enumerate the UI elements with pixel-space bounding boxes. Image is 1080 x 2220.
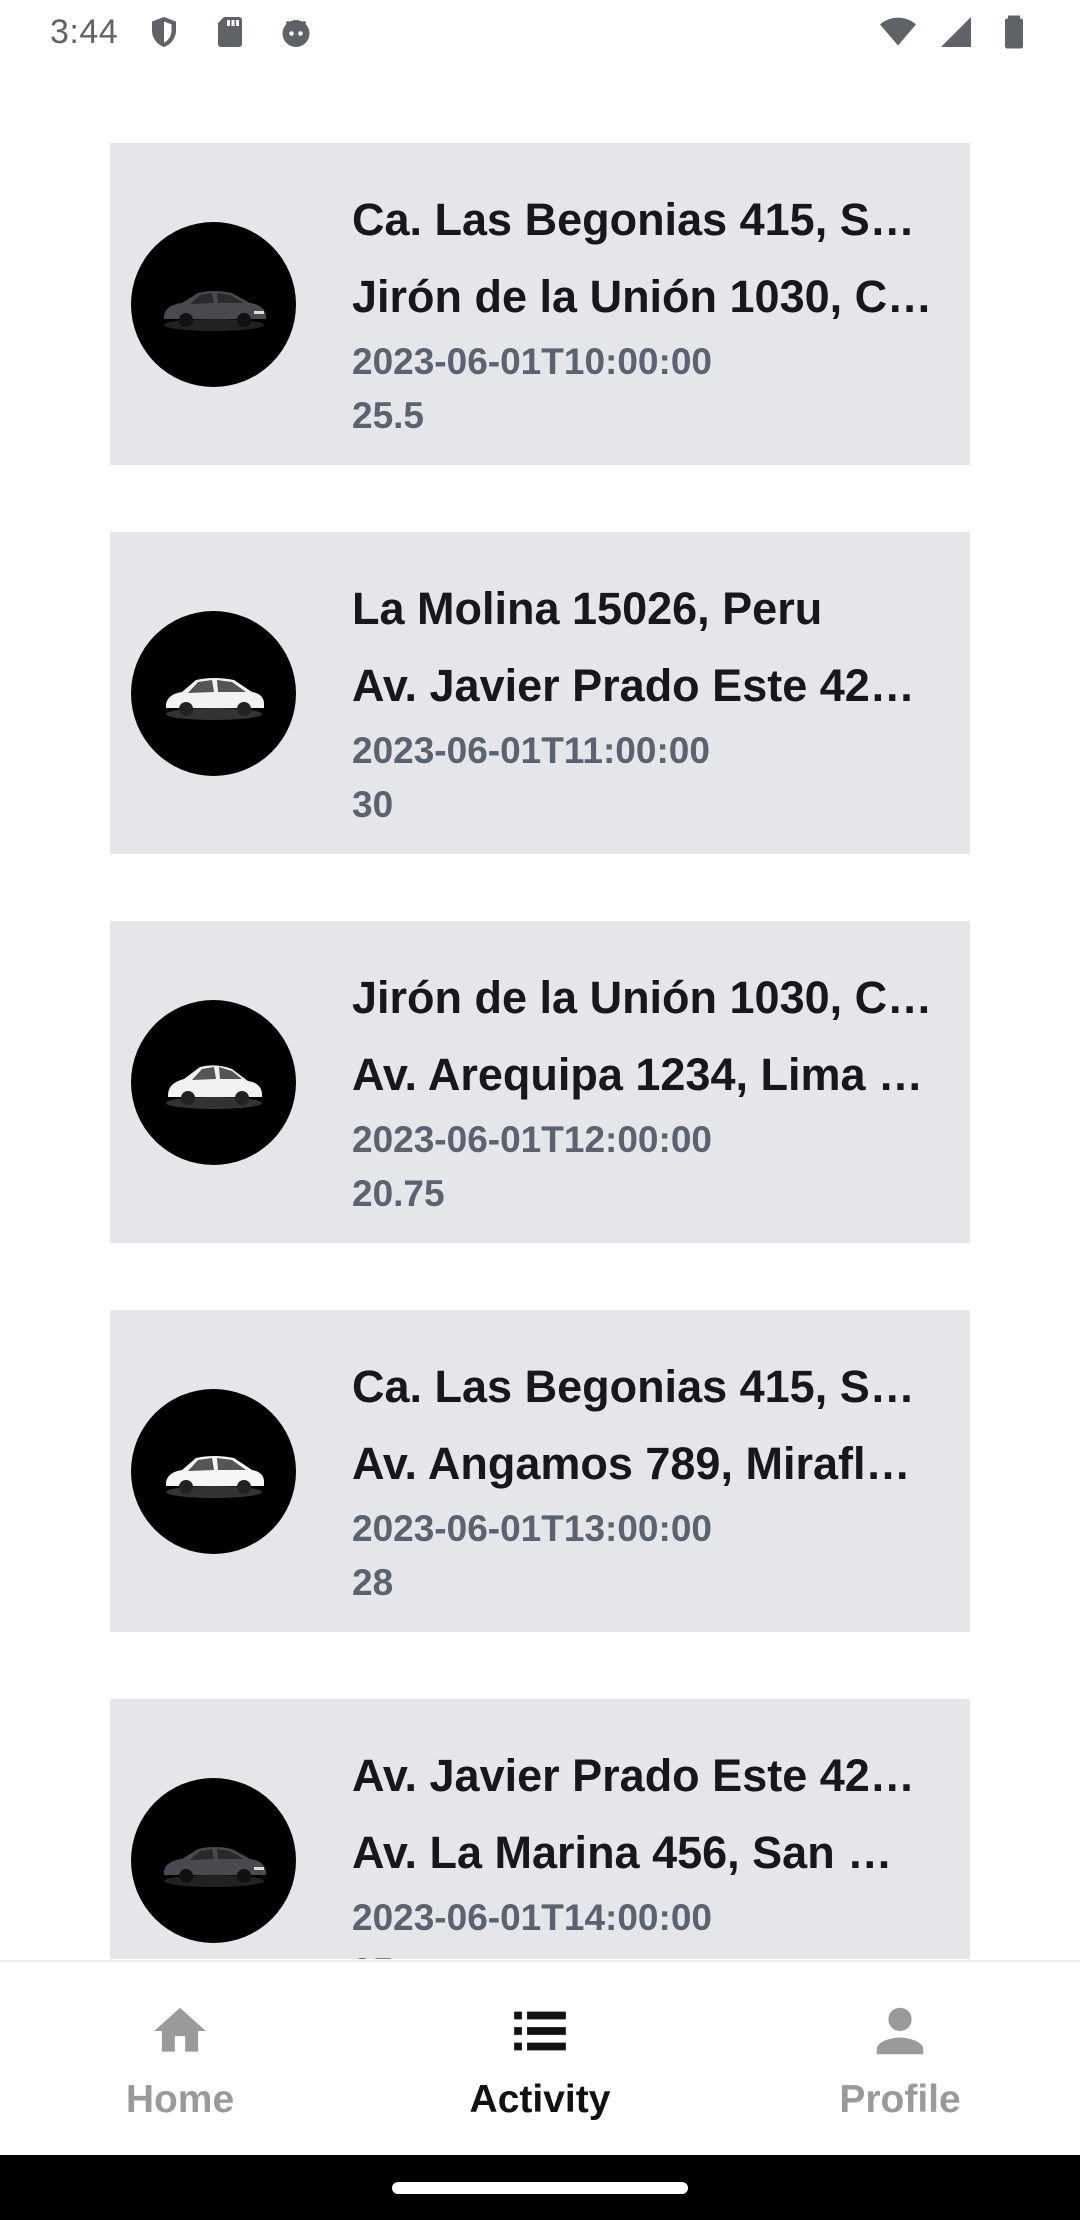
trip-date: 2023-06-01T14:00:00 (352, 1897, 712, 1938)
dark-car-icon (163, 1846, 266, 1887)
nav-home[interactable]: Home (30, 1962, 330, 2122)
battery-icon (994, 12, 1034, 52)
trip-text: Av. Javier Prado Este 42… Av. La Marina … (352, 1737, 950, 1959)
white-car-icon (165, 677, 264, 720)
signal-icon (936, 12, 976, 52)
trip-destination: Av. Angamos 789, Mirafl… (352, 1438, 911, 1489)
trip-date: 2023-06-01T10:00:00 (352, 341, 712, 382)
car-avatar (131, 1000, 296, 1165)
trip-card[interactable]: Ca. Las Begonias 415, S… Jirón de la Uni… (110, 143, 970, 465)
nav-profile[interactable]: Profile (750, 1962, 1050, 2122)
nav-activity-label: Activity (469, 2078, 611, 2121)
trip-origin: Jirón de la Unión 1030, C… (352, 972, 933, 1023)
white-car-icon (165, 1455, 264, 1498)
trip-card[interactable]: Jirón de la Unión 1030, C… Av. Arequipa … (110, 921, 970, 1243)
home-icon (154, 2007, 206, 2052)
status-bar: 3:44 (0, 0, 1080, 64)
trip-card[interactable]: Av. Javier Prado Este 42… Av. La Marina … (110, 1699, 970, 1959)
trip-origin: Ca. Las Begonias 415, S… (352, 194, 915, 245)
trip-date: 2023-06-01T12:00:00 (352, 1119, 712, 1160)
trip-date: 2023-06-01T11:00:00 (352, 730, 710, 771)
trip-list: Ca. Las Begonias 415, S… Jirón de la Uni… (110, 143, 970, 1959)
sd-card-icon (210, 12, 250, 52)
car-avatar (131, 1778, 296, 1943)
wifi-icon (878, 12, 918, 52)
trip-price: 20.75 (352, 1173, 445, 1214)
bottom-navigation: Home Activity Profile (0, 1960, 1080, 2157)
dark-car-icon (163, 290, 266, 331)
person-icon (876, 2007, 924, 2055)
trip-price: 30 (352, 784, 394, 825)
trip-price: 28 (352, 1562, 394, 1603)
car-avatar (131, 222, 296, 387)
trip-card[interactable]: Ca. Las Begonias 415, S… Av. Angamos 789… (110, 1310, 970, 1632)
gesture-area (0, 2155, 1080, 2220)
trip-card[interactable]: La Molina 15026, Peru Av. Javier Prado E… (110, 532, 970, 854)
trip-destination: Av. Javier Prado Este 42… (352, 660, 915, 711)
trip-date: 2023-06-01T13:00:00 (352, 1508, 712, 1549)
gesture-handle[interactable] (392, 2182, 688, 2194)
trip-text: Ca. Las Begonias 415, S… Jirón de la Uni… (352, 181, 950, 443)
nav-home-label: Home (125, 2078, 235, 2121)
status-right (878, 12, 1034, 52)
trip-price: 25.5 (352, 395, 425, 436)
nav-profile-label: Profile (839, 2078, 961, 2121)
trip-text: La Molina 15026, Peru Av. Javier Prado E… (352, 570, 950, 832)
trip-destination: Av. Arequipa 1234, Lima … (352, 1049, 924, 1100)
trip-destination: Av. La Marina 456, San … (352, 1827, 893, 1878)
car-avatar (131, 611, 296, 776)
trip-origin: Av. Javier Prado Este 42… (352, 1750, 915, 1801)
list-icon (514, 2011, 566, 2051)
trip-price: 35 (352, 1945, 950, 1959)
car-avatar (131, 1389, 296, 1554)
trip-destination: Jirón de la Unión 1030, C… (352, 271, 933, 322)
white-car-icon (165, 1064, 262, 1109)
trip-text: Ca. Las Begonias 415, S… Av. Angamos 789… (352, 1348, 950, 1610)
trip-origin: Ca. Las Begonias 415, S… (352, 1361, 915, 1412)
android-face-icon (276, 12, 316, 52)
status-time: 3:44 (50, 12, 119, 51)
nav-activity[interactable]: Activity (390, 1962, 690, 2122)
status-left: 3:44 (50, 12, 316, 52)
trip-origin: La Molina 15026, Peru (352, 583, 823, 634)
trip-text: Jirón de la Unión 1030, C… Av. Arequipa … (352, 959, 950, 1221)
shield-icon (144, 12, 184, 52)
